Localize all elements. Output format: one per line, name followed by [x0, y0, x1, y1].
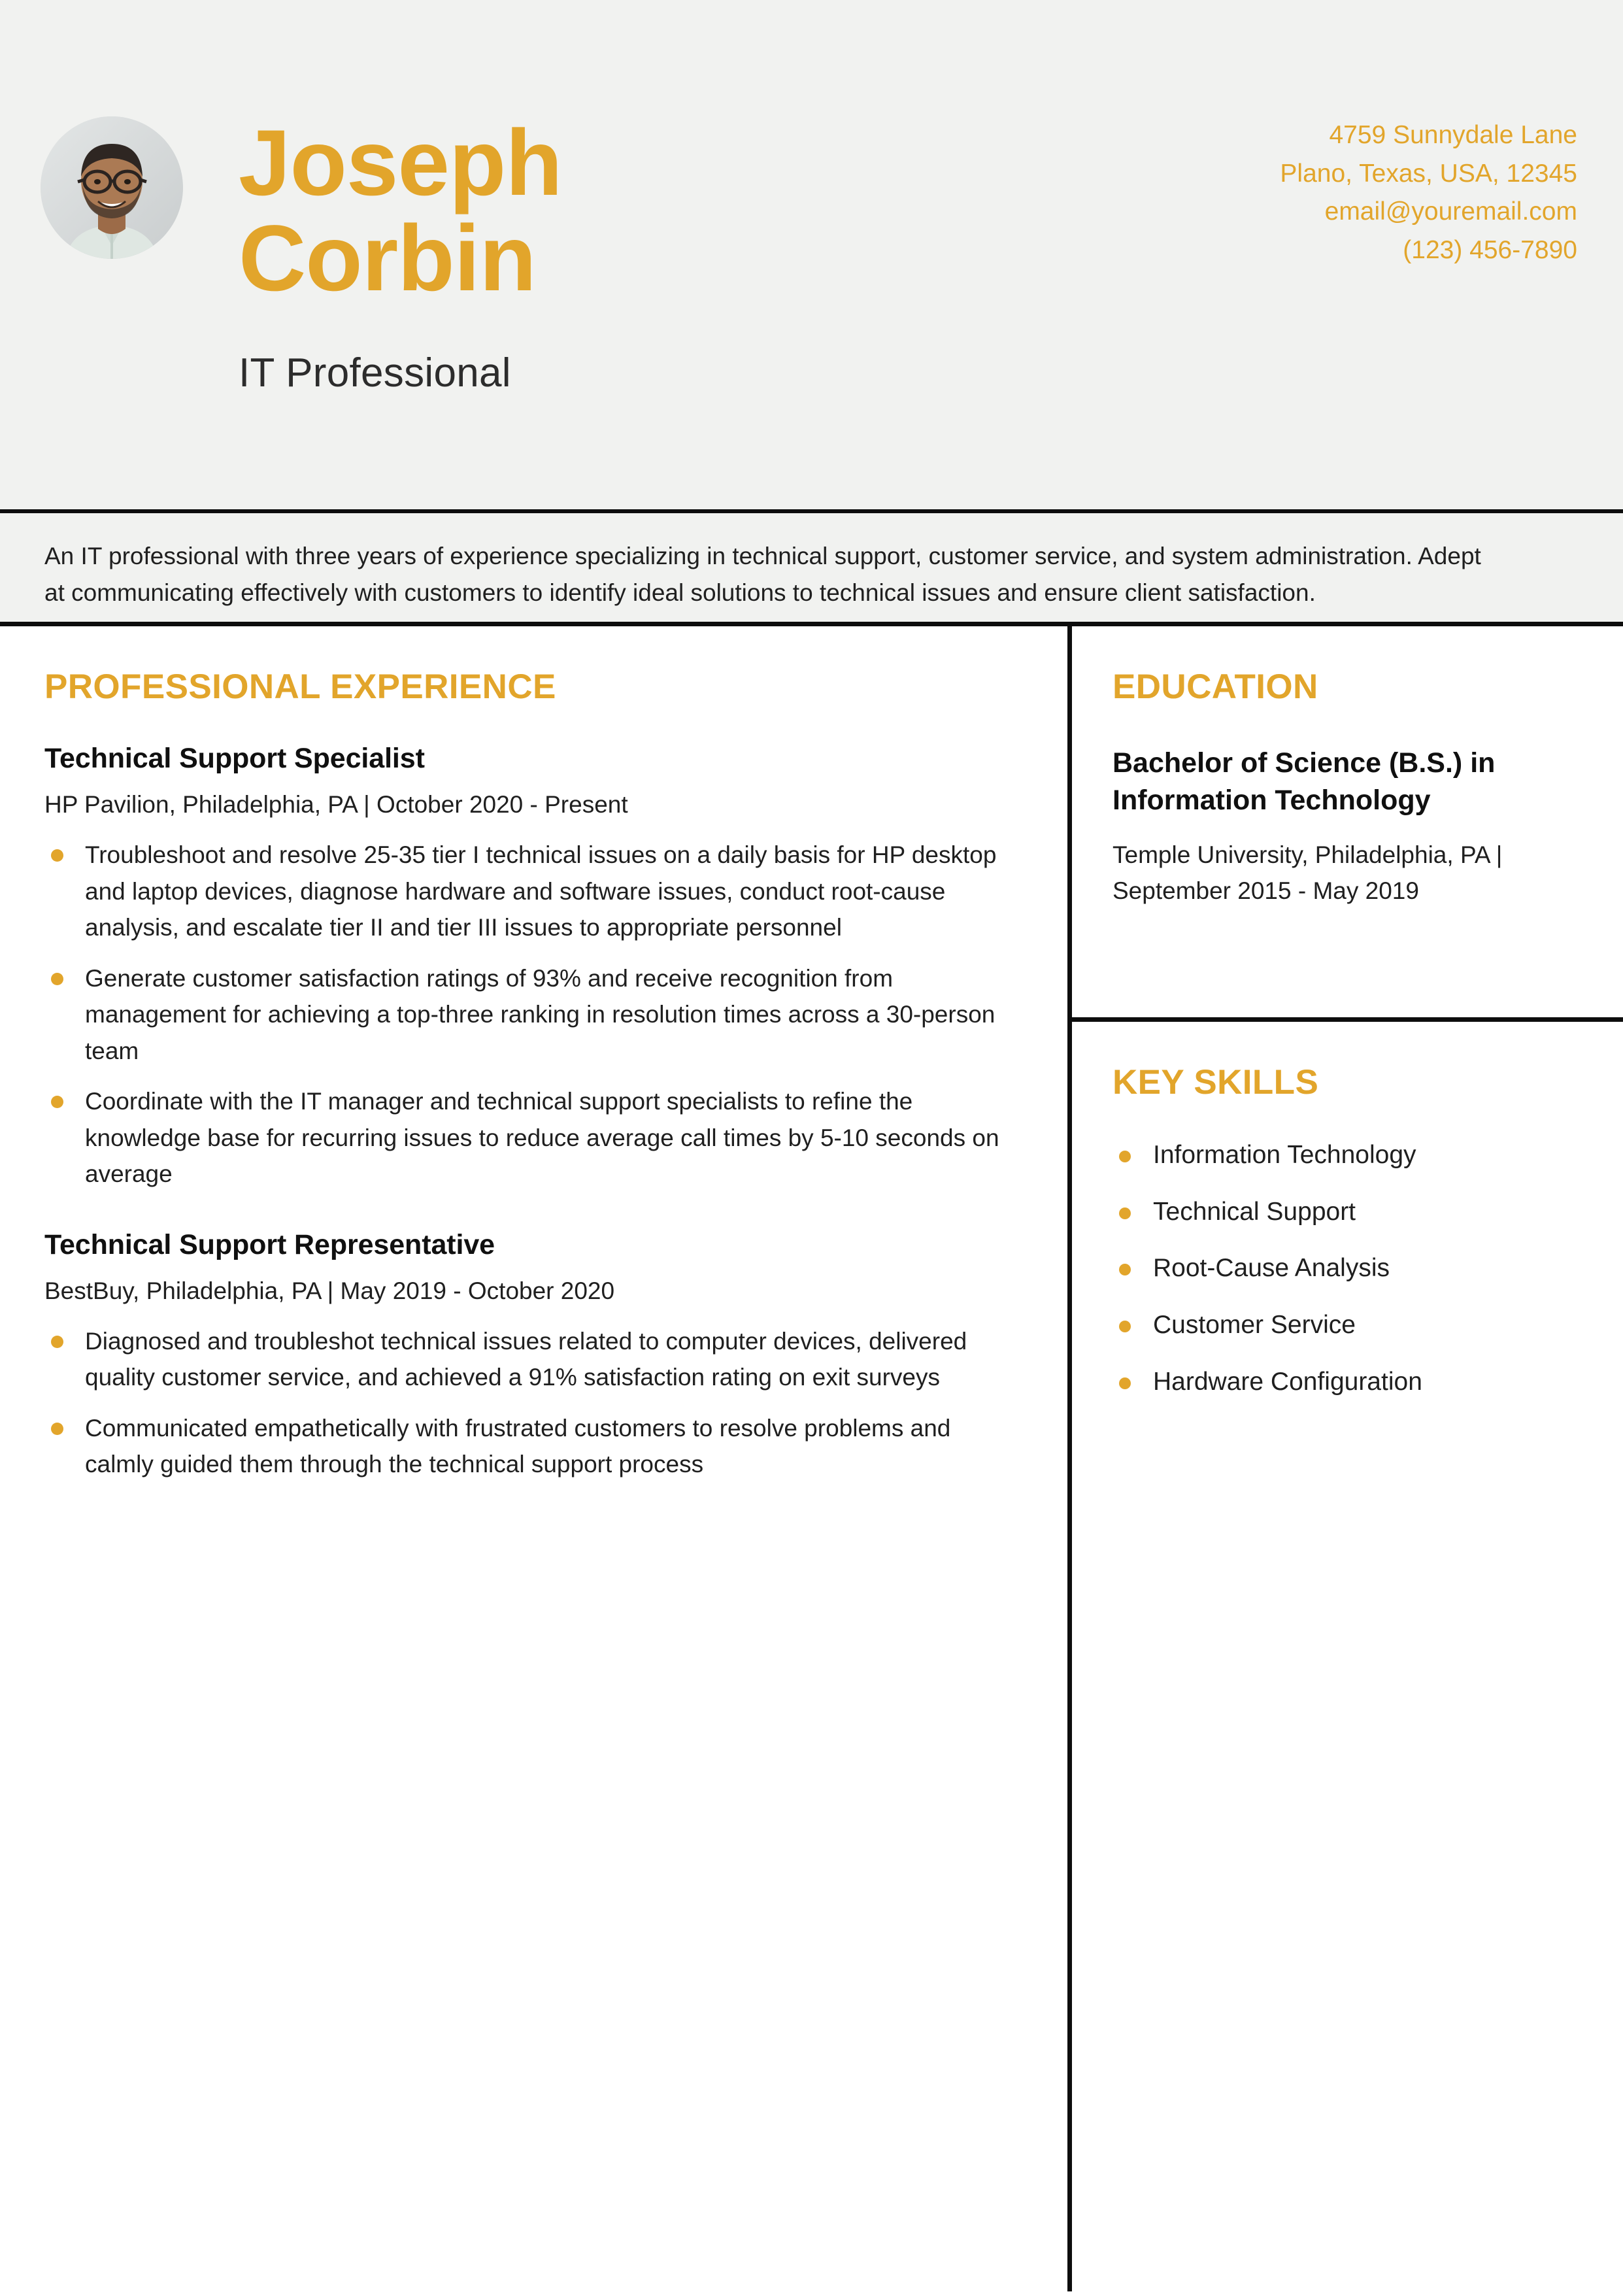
list-item: Information Technology — [1113, 1139, 1584, 1172]
contact-block: 4759 Sunnydale Lane Plano, Texas, USA, 1… — [1280, 116, 1577, 269]
job-meta: HP Pavilion, Philadelphia, PA | October … — [44, 791, 628, 818]
list-item: Customer Service — [1113, 1309, 1584, 1342]
skills-list: Information Technology Technical Support… — [1113, 1139, 1584, 1398]
section-title-education: EDUCATION — [1113, 667, 1318, 706]
list-item: Troubleshoot and resolve 25-35 tier I te… — [44, 837, 1015, 946]
contact-street: 4759 Sunnydale Lane — [1329, 121, 1577, 149]
experience-column: PROFESSIONAL EXPERIENCE Technical Suppor… — [0, 626, 1067, 2291]
job-bullets: Diagnosed and troubleshot technical issu… — [44, 1323, 1015, 1483]
job-bullets: Troubleshoot and resolve 25-35 tier I te… — [44, 837, 1015, 1192]
job-entry: Technical Support Specialist HP Pavilion… — [44, 743, 1015, 1192]
contact-phone[interactable]: (123) 456-7890 — [1280, 231, 1577, 270]
resume-page: Joseph Corbin IT Professional 4759 Sunnyd… — [0, 0, 1623, 2296]
body-columns: PROFESSIONAL EXPERIENCE Technical Suppor… — [0, 626, 1623, 2291]
list-item: Generate customer satisfaction ratings o… — [44, 960, 1015, 1070]
list-item: Technical Support — [1113, 1196, 1584, 1229]
degree-title: Bachelor of Science (B.S.) in Informatio… — [1113, 747, 1496, 816]
job-entry: Technical Support Representative BestBuy… — [44, 1229, 1015, 1483]
list-item: Coordinate with the IT manager and techn… — [44, 1083, 1015, 1192]
contact-city-state-zip: Plano, Texas, USA, 12345 — [1280, 159, 1577, 188]
job-role: Technical Support Specialist — [44, 743, 425, 774]
contact-email[interactable]: email@youremail.com — [1280, 193, 1577, 231]
header-inner: Joseph Corbin IT Professional 4759 Sunnyd… — [0, 0, 1623, 396]
list-item: Diagnosed and troubleshot technical issu… — [44, 1323, 1015, 1396]
identity-block: Joseph Corbin IT Professional — [239, 111, 563, 396]
profile-photo-icon — [41, 116, 183, 259]
job-meta: BestBuy, Philadelphia, PA | May 2019 - O… — [44, 1277, 615, 1304]
school-meta: Temple University, Philadelphia, PA | Se… — [1113, 841, 1503, 905]
section-title-experience: PROFESSIONAL EXPERIENCE — [44, 667, 556, 706]
skills-section: KEY SKILLS Information Technology Techni… — [1072, 1022, 1623, 1398]
education-section: EDUCATION Bachelor of Science (B.S.) in … — [1072, 626, 1623, 1022]
section-title-skills: KEY SKILLS — [1113, 1063, 1319, 1102]
list-item: Root-Cause Analysis — [1113, 1252, 1584, 1285]
job-title: IT Professional — [239, 350, 511, 396]
summary-section: An IT professional with three years of e… — [0, 513, 1623, 626]
resume-header: Joseph Corbin IT Professional 4759 Sunnyd… — [0, 0, 1623, 513]
avatar — [41, 116, 183, 259]
page-title: Joseph Corbin — [239, 111, 563, 311]
summary-text: An IT professional with three years of e… — [44, 543, 1481, 607]
sidebar-column: EDUCATION Bachelor of Science (B.S.) in … — [1067, 626, 1623, 2291]
job-role: Technical Support Representative — [44, 1228, 495, 1260]
list-item: Hardware Configuration — [1113, 1366, 1584, 1399]
list-item: Communicated empathetically with frustra… — [44, 1410, 1015, 1483]
